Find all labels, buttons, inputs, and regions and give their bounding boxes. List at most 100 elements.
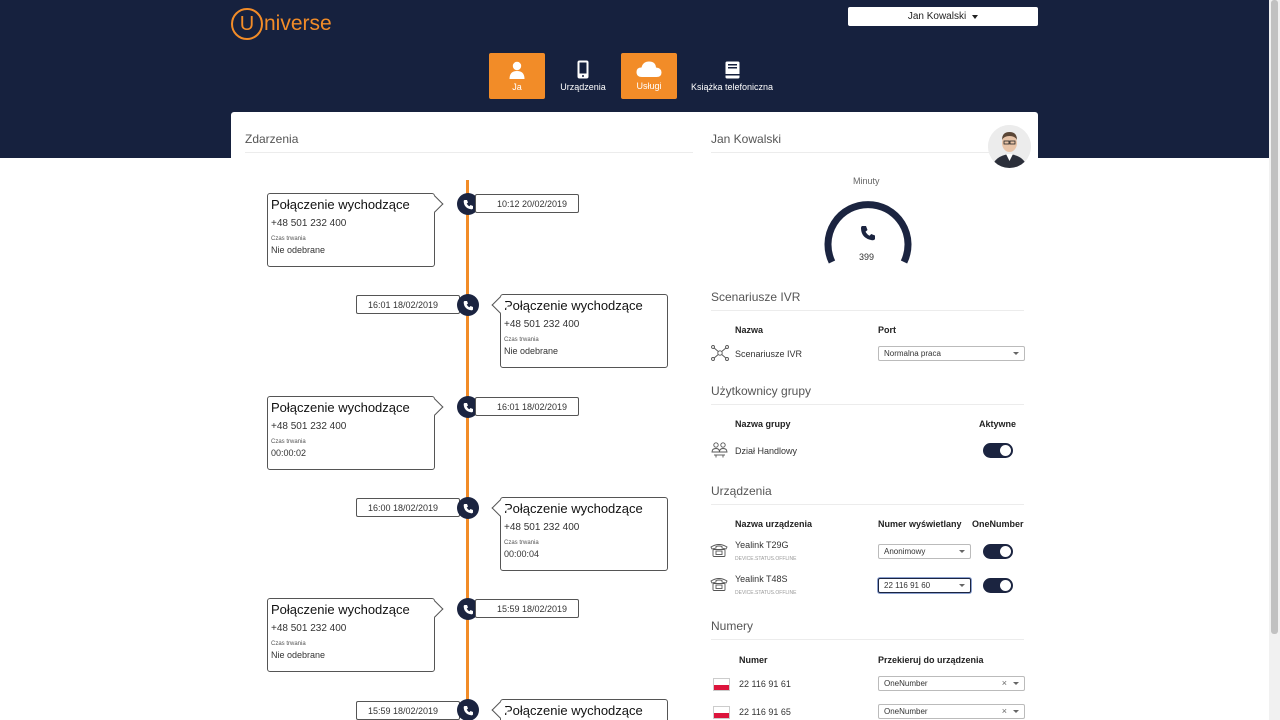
number-redirect-select[interactable]: OneNumber × — [878, 704, 1025, 719]
phone-icon — [463, 402, 473, 412]
nav-ksiazka[interactable]: Książka telefoniczna — [688, 53, 776, 99]
ivr-port-select[interactable]: Normalna praca — [878, 346, 1025, 361]
event-card[interactable]: Połączenie wychodzące — [491, 699, 668, 720]
event-card[interactable]: Połączenie wychodzące +48 501 232 400 Cz… — [267, 193, 444, 267]
logo-letter: U — [231, 8, 263, 40]
event-number: +48 501 232 400 — [271, 218, 347, 229]
logo-text: niverse — [264, 12, 332, 35]
phone-icon — [463, 604, 473, 614]
book-icon — [725, 61, 739, 78]
device-display-select[interactable]: Anonimowy — [878, 544, 971, 559]
device-display-select[interactable]: 22 116 91 60 — [878, 578, 971, 593]
user-dropdown-label: Jan Kowalski — [907, 11, 967, 22]
gauge-label: Minuty — [853, 176, 880, 186]
scrollbar[interactable] — [1269, 0, 1280, 720]
event-title: Połączenie wychodzące — [504, 501, 643, 516]
user-dropdown[interactable]: Jan Kowalski — [848, 7, 1038, 26]
ivr-row-name: Scenariusze IVR — [735, 349, 803, 359]
nav-uslugi[interactable]: Usługi — [621, 53, 677, 99]
numbers-title: Numery — [711, 619, 754, 633]
network-icon — [711, 345, 729, 361]
groups-col-active: Aktywne — [979, 419, 1017, 429]
scrollbar-thumb[interactable] — [1271, 0, 1278, 634]
device-display-value: Anonimowy — [884, 547, 926, 556]
chevron-down-icon — [1013, 682, 1019, 685]
number-redirect-value: OneNumber — [884, 679, 928, 688]
cloud-icon — [636, 61, 662, 77]
desk-phone-icon — [710, 578, 728, 591]
app-logo[interactable]: U niverse — [231, 8, 332, 40]
call-node — [457, 294, 479, 316]
numbers-col-redirect: Przekieruj do urządzenia — [878, 655, 984, 665]
event-duration: Nie odebrane — [271, 650, 326, 660]
event-datetime: 15:59 18/02/2019 — [356, 701, 460, 720]
clear-icon[interactable]: × — [1002, 678, 1007, 688]
device-display-value: 22 116 91 60 — [884, 581, 931, 590]
chevron-down-icon — [959, 550, 965, 553]
device-name: Yealink T48S — [735, 574, 788, 584]
devices-col-display: Numer wyświetlany — [878, 519, 962, 529]
events-title: Zdarzenia — [245, 132, 299, 146]
phone-icon — [463, 705, 473, 715]
event-datetime: 15:59 18/02/2019 — [475, 599, 579, 618]
event-datetime: 16:00 18/02/2019 — [356, 498, 460, 517]
event-duration-label: Czas trwania — [271, 236, 306, 242]
divider — [711, 504, 1024, 505]
event-title: Połączenie wychodzące — [504, 298, 643, 313]
event-number: +48 501 232 400 — [504, 319, 580, 330]
nav-ja[interactable]: Ja — [489, 53, 545, 99]
event-datetime: 16:01 18/02/2019 — [475, 397, 579, 416]
ivr-port-value: Normalna praca — [884, 349, 941, 358]
event-duration-label: Czas trwania — [271, 439, 306, 445]
event-datetime: 10:12 20/02/2019 — [475, 194, 579, 213]
timeline-line — [466, 180, 469, 720]
ivr-col-name: Nazwa — [735, 325, 764, 335]
group-icon — [711, 442, 728, 458]
event-datetime: 16:01 18/02/2019 — [356, 295, 460, 314]
event-card[interactable]: Połączenie wychodzące +48 501 232 400 Cz… — [267, 598, 444, 672]
profile-name: Jan Kowalski — [711, 132, 782, 146]
gauge-value: 399 — [859, 252, 875, 262]
event-title: Połączenie wychodzące — [271, 197, 410, 212]
groups-title: Użytkownicy grupy — [711, 384, 812, 398]
event-card[interactable]: Połączenie wychodzące +48 501 232 400 Cz… — [491, 497, 668, 571]
nav-uslugi-label: Usługi — [636, 81, 662, 91]
person-icon — [509, 61, 525, 79]
nav-ja-label: Ja — [512, 81, 522, 92]
nav-urzadzenia[interactable]: Urządzenia — [556, 53, 610, 99]
divider — [711, 310, 1024, 311]
event-title: Połączenie wychodzące — [504, 703, 643, 718]
phone-icon — [463, 199, 473, 209]
event-duration-label: Czas trwania — [504, 337, 539, 343]
device-onenumber-toggle[interactable] — [983, 544, 1013, 559]
event-duration: 00:00:04 — [504, 549, 540, 559]
nav-ksiazka-label: Książka telefoniczna — [690, 81, 774, 92]
event-duration: 00:00:02 — [271, 448, 307, 458]
event-number: +48 501 232 400 — [504, 522, 580, 533]
event-card[interactable]: Połączenie wychodzące +48 501 232 400 Cz… — [491, 294, 668, 368]
divider — [245, 152, 693, 153]
call-node — [457, 699, 479, 720]
number-redirect-select[interactable]: OneNumber × — [878, 676, 1025, 691]
event-card[interactable]: Połączenie wychodzące +48 501 232 400 Cz… — [267, 396, 444, 470]
chevron-down-icon — [1013, 352, 1019, 355]
devices-title: Urządzenia — [711, 484, 772, 498]
phone-device-icon — [577, 60, 589, 79]
group-active-toggle[interactable] — [983, 443, 1013, 458]
chevron-down-icon — [1013, 710, 1019, 713]
poland-flag-icon — [713, 678, 730, 691]
phone-icon — [860, 226, 875, 241]
clear-icon[interactable]: × — [1002, 706, 1007, 716]
avatar[interactable] — [988, 125, 1031, 168]
groups-col-name: Nazwa grupy — [735, 419, 791, 429]
event-duration-label: Czas trwania — [271, 641, 306, 647]
device-status: DEVICE.STATUS.OFFLINE — [735, 590, 797, 596]
divider — [711, 152, 1024, 153]
device-status: DEVICE.STATUS.OFFLINE — [735, 556, 797, 562]
avatar-image — [988, 125, 1031, 168]
event-title: Połączenie wychodzące — [271, 602, 410, 617]
event-number: +48 501 232 400 — [271, 623, 347, 634]
event-title: Połączenie wychodzące — [271, 400, 410, 415]
chevron-down-icon — [959, 584, 965, 587]
device-onenumber-toggle[interactable] — [983, 578, 1013, 593]
